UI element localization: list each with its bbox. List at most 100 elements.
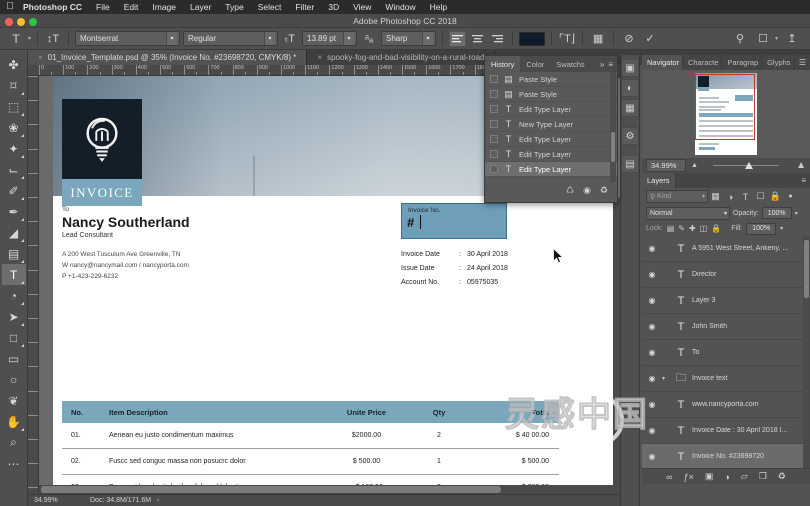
trash-icon[interactable]: ♻ [600,185,608,196]
lock-transparent-icon[interactable]: ▤ [667,224,675,233]
artboard-tool[interactable]: ⌑ [2,75,26,96]
eye-icon[interactable]: ◉ [642,244,662,253]
history-item[interactable]: ▤ Paste Style [485,87,617,102]
font-family-select[interactable]: Montserrat ▾ [75,31,181,46]
font-style-select[interactable]: Regular ▾ [183,31,279,46]
character-panel-icon[interactable]: ▦ [589,30,607,47]
zoom-level[interactable]: 34.99% [28,497,90,504]
eye-icon[interactable]: ◉ [642,296,662,305]
link-layers-icon[interactable]: ∞ [666,472,672,482]
move-tool[interactable]: ✤ [2,54,26,75]
menu-edit[interactable]: Edit [117,2,146,12]
color-rail-icon[interactable]: ◐ [621,79,639,97]
chevron-down-icon[interactable]: ▾ [166,32,178,45]
healing-brush-tool[interactable]: ✒ [2,201,26,222]
align-right-icon[interactable] [489,31,506,47]
history-snapshot-checkbox[interactable] [490,135,498,143]
lock-artboard-icon[interactable]: ◫ [700,224,708,233]
custom-shape-tool[interactable]: ❦ [2,390,26,411]
marquee-tool[interactable]: ⬚ [2,96,26,117]
menu-filter[interactable]: Filter [288,2,321,12]
more-tools[interactable]: ⋯ [2,453,26,474]
rectangle-tool[interactable]: □ [2,327,26,348]
eye-icon[interactable]: ◉ [642,348,662,357]
layer-row[interactable]: ◉ T Layer 3 [642,288,810,314]
history-item[interactable]: T Edit Type Layer [485,147,617,162]
layer-row[interactable]: ◉ T Director [642,262,810,288]
antialias-select[interactable]: Sharp ▾ [381,31,437,46]
chevron-down-icon[interactable]: ▾ [795,210,798,217]
ellipse-tool[interactable]: ○ [2,369,26,390]
blend-mode-select[interactable]: Normal ▾ [646,206,730,220]
history-snapshot-checkbox[interactable] [490,165,498,173]
layer-style-icon[interactable]: ƒ× [684,472,694,482]
minimize-window-button[interactable] [17,17,25,26]
history-item[interactable]: T New Type Layer [485,117,617,132]
crop-tool[interactable]: ⌙ [2,159,26,180]
chevron-down-icon[interactable]: ▾ [775,35,778,42]
tab-paragraph[interactable]: Paragrap [722,55,763,70]
history-scrollbar[interactable] [610,72,616,182]
eyedropper-tool[interactable]: ✐ [2,180,26,201]
tab-layers[interactable]: Layers [642,173,676,188]
layer-row[interactable]: ◉ T Invoice Date : 30 April 2018 I... [642,418,810,444]
eye-icon[interactable]: ◉ [642,400,662,409]
align-left-icon[interactable] [449,30,467,47]
lock-image-icon[interactable]: ✎ [678,224,685,233]
new-layer-icon[interactable]: ❐ [759,471,767,482]
hand-tool[interactable]: ✋ [2,411,26,432]
close-icon[interactable]: × [317,53,322,62]
history-snapshot-checkbox[interactable] [490,120,498,128]
menu-layer[interactable]: Layer [183,2,218,12]
layer-row[interactable]: ◉ T Invoice No. #23698720 [642,444,810,468]
slider-knob[interactable] [745,162,754,169]
cancel-edit-icon[interactable]: ⊘ [620,30,638,47]
navigator-zoom-slider[interactable] [703,161,791,171]
menu-3d[interactable]: 3D [321,2,346,12]
layer-row[interactable]: ◉ T A 5951 West Street, Ankeny, ... [642,236,810,262]
tab-history[interactable]: History [485,56,521,72]
type-tool[interactable]: T [1,264,26,285]
lock-position-icon[interactable]: ✚ [689,224,696,233]
eraser-tool[interactable]: ◢ [2,222,26,243]
chevron-down-icon[interactable]: ▾ [702,193,707,200]
close-icon[interactable]: × [38,53,43,62]
canvas-horizontal-scrollbar[interactable] [39,485,613,494]
layer-row[interactable]: ◉ T To [642,340,810,366]
navigator-view-box[interactable] [695,74,755,140]
maximize-window-button[interactable] [29,17,37,26]
layers-scrollbar[interactable] [803,236,810,468]
navigator-zoom-value[interactable]: 34.99% [646,159,686,172]
tab-swatches[interactable]: Swatchs [550,56,590,72]
menu-select[interactable]: Select [251,2,289,12]
layer-row[interactable]: ◉ Twww.nancyporta.com [642,392,810,418]
panel-menu-icon[interactable]: ≡ [608,60,613,69]
history-item[interactable]: T Edit Type Layer [485,102,617,117]
history-snapshot-checkbox[interactable] [490,105,498,113]
type-filter-icon[interactable]: T [738,192,753,202]
tab-spooky-fog[interactable]: × spooky-fog-and-bad-visibility-on-a-rur… [307,50,496,65]
invoice-no-textbox[interactable]: Invoice No. # [401,203,507,239]
gradient-tool[interactable]: ▤ [2,243,26,264]
chevron-down-icon[interactable]: ▾ [422,32,434,45]
swatches-rail-icon[interactable]: ▦ [621,99,639,117]
history-item[interactable]: ▤ Paste Style [485,72,617,87]
adjustment-layer-icon[interactable]: ◑ [724,472,729,482]
layer-row[interactable]: ◉ ▾ 🗀 Invoice text [642,366,810,392]
panel-menu-icon[interactable]: ☰ [795,55,810,70]
shape-filter-icon[interactable]: ☐ [753,191,768,202]
properties-rail-icon[interactable]: ⚙ [621,127,639,145]
chevron-down-icon[interactable]: ▾ [343,32,355,45]
chevron-down-icon[interactable]: ▾ [264,32,276,45]
search-icon[interactable]: ⚲ [731,30,749,47]
adjustment-filter-icon[interactable]: ◑ [723,192,738,202]
rounded-rectangle-tool[interactable]: ▭ [2,348,26,369]
scrollbar-thumb[interactable] [804,240,809,298]
history-snapshot-checkbox[interactable] [490,75,498,83]
opacity-value[interactable]: 100% [761,207,792,219]
tab-character[interactable]: Characte [683,55,723,70]
menu-app-name[interactable]: Photoshop CC [16,2,89,12]
menu-image[interactable]: Image [145,2,183,12]
quick-selection-tool[interactable]: ✦ [2,138,26,159]
scrollbar-thumb[interactable] [41,486,501,493]
